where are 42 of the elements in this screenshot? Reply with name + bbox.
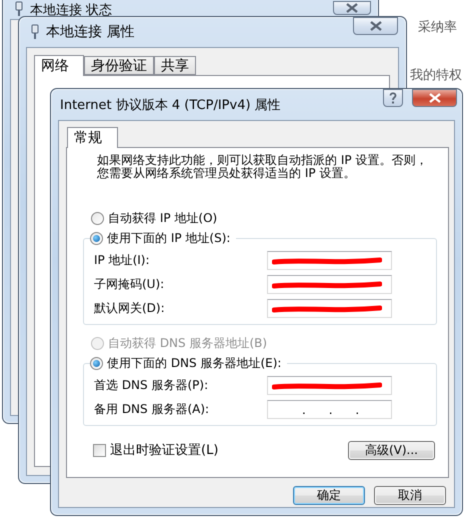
help-button[interactable] <box>383 89 403 107</box>
description-text: 您需要从网络系统管理员处获得适当的 IP 设置。 <box>97 167 356 180</box>
window-title: Internet 协议版本 4 (TCP/IPv4) 属性 <box>60 96 281 114</box>
field-label: 首选 DNS 服务器(P): <box>94 377 208 394</box>
field-label: 默认网关(D): <box>94 300 165 317</box>
radio-button[interactable] <box>91 212 104 224</box>
checkbox-label: 退出时验证设置(L) <box>110 442 218 459</box>
help-icon <box>389 92 397 104</box>
address-field[interactable] <box>267 275 392 294</box>
radio-label: 使用下面的 IP 地址(S): <box>107 230 230 246</box>
close-button[interactable] <box>353 17 398 35</box>
tab[interactable]: 网络 <box>34 55 84 76</box>
advanced-button[interactable]: 高级(V)... <box>348 440 435 460</box>
address-field[interactable] <box>267 299 392 318</box>
field-label: 备用 DNS 服务器(A): <box>94 401 210 418</box>
checkbox[interactable] <box>93 444 106 456</box>
tab[interactable]: 共享 <box>154 56 196 75</box>
tab[interactable]: 常规 <box>67 127 118 148</box>
address-field[interactable] <box>267 251 392 270</box>
dialog-button[interactable]: 确定 <box>293 486 365 505</box>
network-plug-icon <box>30 24 40 40</box>
close-button[interactable] <box>412 89 457 107</box>
field-label: IP 地址(I): <box>94 252 150 269</box>
radio-button[interactable] <box>90 356 103 370</box>
radio-button[interactable] <box>90 232 103 244</box>
field-label: 子网掩码(U): <box>94 276 164 293</box>
window-title: 本地连接 状态 <box>30 2 112 19</box>
window-title: 本地连接 属性 <box>46 23 134 41</box>
page-text: 采纳率 <box>418 19 457 36</box>
close-icon <box>428 93 440 103</box>
dialog-button[interactable]: 取消 <box>374 486 446 505</box>
tab[interactable]: 身份验证 <box>84 56 154 75</box>
close-button[interactable] <box>333 1 371 15</box>
close-icon <box>370 21 382 31</box>
radio-label: 自动获得 DNS 服务器地址(B) <box>108 334 268 352</box>
description-text: 如果网络支持此功能，则可以获取自动指派的 IP 设置。否则， <box>97 154 428 167</box>
radio-label: 自动获得 IP 地址(O) <box>108 210 218 226</box>
page-text: 我的特权 <box>410 67 462 84</box>
close-icon <box>346 3 358 13</box>
address-field[interactable] <box>267 376 392 395</box>
radio-label: 使用下面的 DNS 服务器地址(E): <box>107 354 282 372</box>
address-field[interactable]: . . . <box>267 400 392 419</box>
